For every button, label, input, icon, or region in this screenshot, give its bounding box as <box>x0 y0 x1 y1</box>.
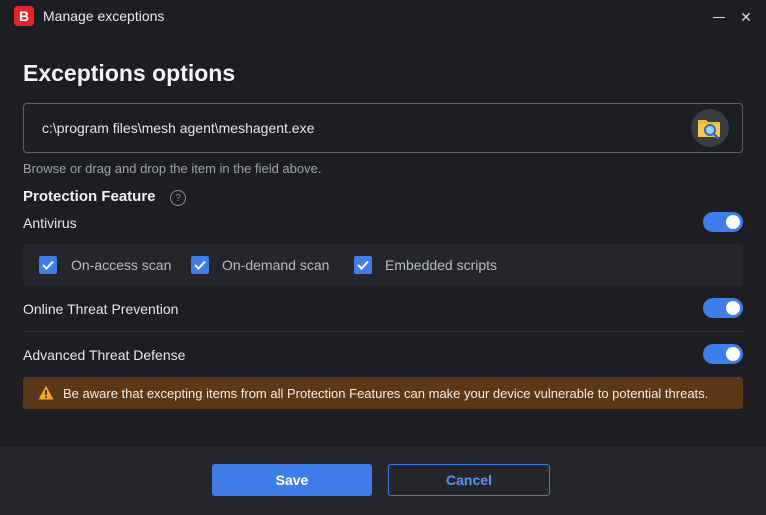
protection-feature-title: Protection Feature <box>23 188 156 205</box>
close-button[interactable]: ✕ <box>735 6 757 28</box>
path-input[interactable] <box>42 104 682 152</box>
page-title: Exceptions options <box>23 60 236 86</box>
divider <box>23 331 743 332</box>
toggle-knob <box>726 347 740 361</box>
advanced-threat-defense-toggle[interactable] <box>703 344 743 364</box>
online-threat-prevention-label: Online Threat Prevention <box>23 301 179 317</box>
antivirus-label: Antivirus <box>23 215 77 231</box>
checkmark-icon <box>194 260 206 270</box>
warning-text: Be aware that excepting items from all P… <box>63 386 709 401</box>
toggle-knob <box>726 215 740 229</box>
minimize-button[interactable] <box>708 6 730 28</box>
footer: Save Cancel <box>0 447 766 515</box>
warning-icon <box>38 385 54 400</box>
checkmark-icon <box>42 260 54 270</box>
folder-search-icon <box>698 120 720 140</box>
antivirus-options: On-access scan On-demand scan Embedded s… <box>23 244 743 286</box>
embedded-scripts-checkbox[interactable] <box>354 256 372 274</box>
cancel-button[interactable]: Cancel <box>388 464 550 496</box>
bitdefender-logo-icon: B <box>14 6 34 26</box>
path-hint: Browse or drag and drop the item in the … <box>23 161 322 176</box>
path-field <box>23 103 743 153</box>
on-demand-scan-label: On-demand scan <box>222 257 330 273</box>
warning-banner: Be aware that excepting items from all P… <box>23 377 743 409</box>
on-access-scan-label: On-access scan <box>71 257 172 273</box>
browse-button[interactable] <box>691 109 729 147</box>
toggle-knob <box>726 301 740 315</box>
help-icon[interactable]: ? <box>170 190 186 206</box>
title-bar: B Manage exceptions ✕ <box>0 0 766 33</box>
embedded-scripts-label: Embedded scripts <box>385 257 498 273</box>
minimize-icon <box>713 16 725 18</box>
on-demand-scan-checkbox[interactable] <box>191 256 209 274</box>
advanced-threat-defense-label: Advanced Threat Defense <box>23 347 186 363</box>
on-access-scan-checkbox[interactable] <box>39 256 57 274</box>
close-icon: ✕ <box>740 8 752 25</box>
window-title: Manage exceptions <box>43 8 165 24</box>
antivirus-toggle[interactable] <box>703 212 743 232</box>
save-button[interactable]: Save <box>212 464 372 496</box>
online-threat-prevention-toggle[interactable] <box>703 298 743 318</box>
checkmark-icon <box>357 260 369 270</box>
